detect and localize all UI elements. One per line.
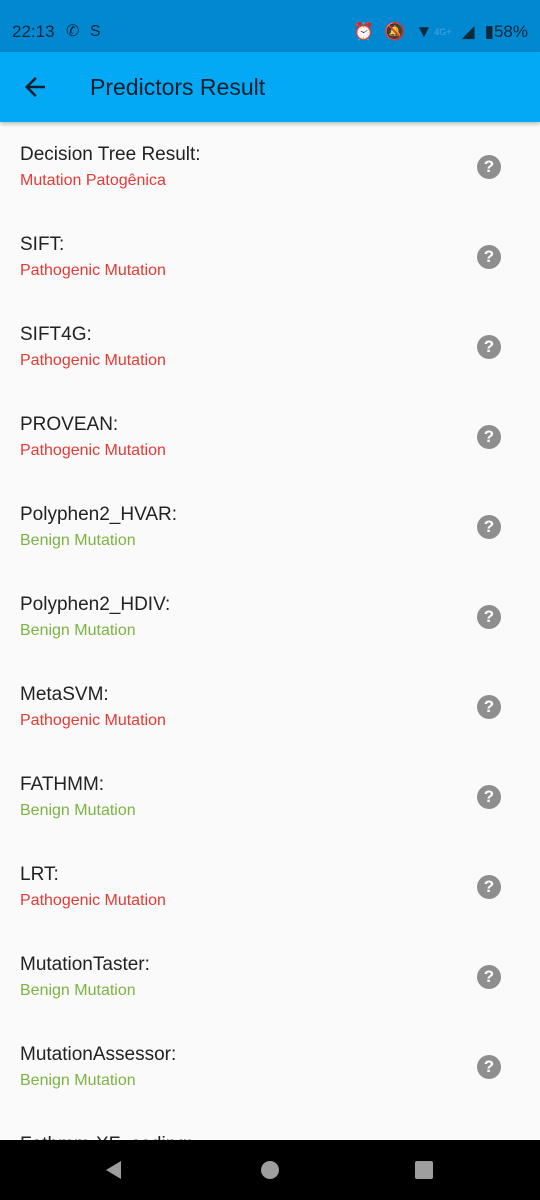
- predictor-item: MetaSVM: Pathogenic Mutation ?: [0, 662, 540, 752]
- predictor-name: MutationAssessor:: [20, 1044, 177, 1065]
- predictor-item: Polyphen2_HDIV: Benign Mutation ?: [0, 572, 540, 662]
- predictor-result: Pathogenic Mutation: [20, 892, 166, 909]
- wifi-icon: ▼: [415, 22, 433, 41]
- predictor-name: SIFT:: [20, 234, 65, 255]
- predictor-result: Pathogenic Mutation: [20, 262, 166, 279]
- predictor-name: MutationTaster:: [20, 954, 150, 975]
- help-icon[interactable]: ?: [477, 785, 501, 809]
- predictor-result: Pathogenic Mutation: [20, 352, 166, 369]
- predictor-result: Pathogenic Mutation: [20, 442, 166, 459]
- nav-home-icon[interactable]: [260, 1160, 280, 1180]
- predictor-item: Polyphen2_HVAR: Benign Mutation ?: [0, 482, 540, 572]
- help-icon[interactable]: ?: [477, 425, 501, 449]
- help-icon[interactable]: ?: [477, 155, 501, 179]
- predictor-name: Decision Tree Result:: [20, 144, 201, 165]
- help-icon[interactable]: ?: [477, 515, 501, 539]
- predictor-result: Mutation Patogênica: [20, 172, 166, 189]
- predictor-name: Polyphen2_HVAR:: [20, 504, 178, 525]
- battery-icon: ▮58%: [484, 22, 528, 41]
- predictor-name: Polyphen2_HDIV:: [20, 594, 171, 615]
- predictor-name: LRT:: [20, 864, 59, 885]
- app-bar: Predictors Result: [0, 52, 540, 122]
- predictor-list[interactable]: Decision Tree Result: Mutation Patogênic…: [0, 122, 540, 1140]
- predictor-item: Decision Tree Result: Mutation Patogênic…: [0, 122, 540, 212]
- predictor-name: MetaSVM:: [20, 684, 109, 705]
- predictor-result: Benign Mutation: [20, 532, 136, 549]
- help-icon[interactable]: ?: [477, 605, 501, 629]
- help-icon[interactable]: ?: [477, 245, 501, 269]
- arrow-left-icon: [25, 77, 45, 97]
- network-label: 4G+: [434, 27, 452, 37]
- navigation-bar: [0, 1140, 540, 1200]
- signal-icon: ◢: [461, 22, 475, 41]
- page-title: Predictors Result: [90, 74, 266, 100]
- whatsapp-icon: ✆: [66, 23, 80, 40]
- predictor-item: SIFT4G: Pathogenic Mutation ?: [0, 302, 540, 392]
- predictor-item: FATHMM: Benign Mutation ?: [0, 752, 540, 842]
- predictor-result: Benign Mutation: [20, 622, 136, 639]
- help-icon[interactable]: ?: [477, 875, 501, 899]
- status-time: 22:13: [12, 22, 55, 41]
- predictor-item: PROVEAN: Pathogenic Mutation ?: [0, 392, 540, 482]
- alarm-icon: ⏰: [353, 22, 375, 41]
- predictor-result: Pathogenic Mutation: [20, 712, 166, 729]
- notification-icons: ✆ S: [66, 21, 101, 41]
- predictor-item: Fathmm-XF_coding: ?: [0, 1112, 540, 1140]
- predictor-result: Benign Mutation: [20, 802, 136, 819]
- help-icon[interactable]: ?: [477, 965, 501, 989]
- nav-recents-icon[interactable]: [414, 1160, 434, 1180]
- status-bar: 22:13 ✆ S ⏰ 🔕 ▼ 4G+ ◢ ▮58%: [0, 0, 540, 52]
- predictor-item: MutationTaster: Benign Mutation ?: [0, 932, 540, 1022]
- help-icon[interactable]: ?: [477, 695, 501, 719]
- app-s-icon: S: [89, 23, 101, 40]
- predictor-result: Benign Mutation: [20, 982, 136, 999]
- predictor-name: FATHMM:: [20, 774, 105, 795]
- muted-bell-icon: 🔕: [384, 22, 406, 41]
- predictor-item: MutationAssessor: Benign Mutation ?: [0, 1022, 540, 1112]
- predictor-item: SIFT: Pathogenic Mutation ?: [0, 212, 540, 302]
- help-icon[interactable]: ?: [477, 1055, 501, 1079]
- predictor-result: Benign Mutation: [20, 1072, 136, 1089]
- help-icon[interactable]: ?: [477, 335, 501, 359]
- nav-back-icon[interactable]: [104, 1160, 124, 1180]
- back-button[interactable]: [20, 72, 50, 102]
- predictor-name: PROVEAN:: [20, 414, 119, 435]
- predictor-item: LRT: Pathogenic Mutation ?: [0, 842, 540, 932]
- battery-level: 58%: [493, 22, 528, 41]
- predictor-name: SIFT4G:: [20, 324, 92, 345]
